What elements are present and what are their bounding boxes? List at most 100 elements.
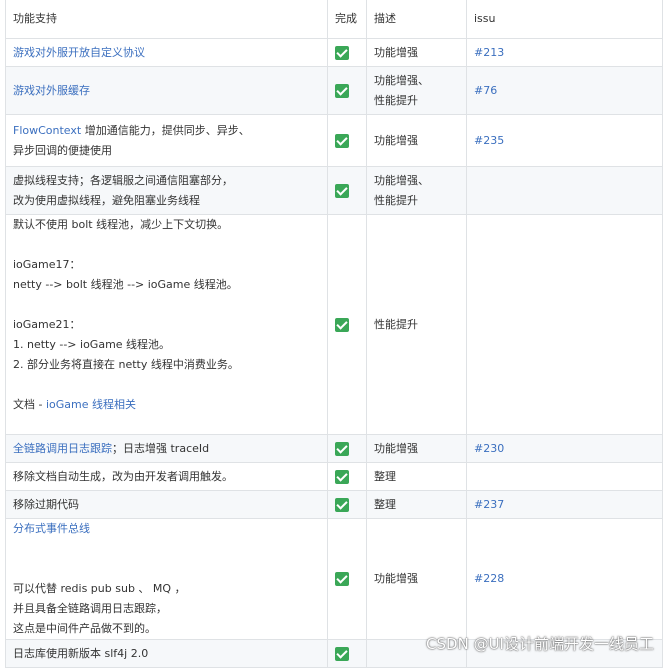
check-icon — [335, 183, 349, 198]
feature-text: netty --> bolt 线程池 --> ioGame 线程池。 — [13, 278, 238, 291]
table-row: 全链路调用日志跟踪；日志增强 traceId 功能增强 #230 — [5, 434, 663, 463]
done-cell — [327, 166, 367, 215]
feature-line — [13, 375, 320, 395]
feature-line: 改为使用虚拟线程，避免阻塞业务线程 — [13, 191, 320, 211]
feature-link[interactable]: ioGame 线程相关 — [46, 398, 136, 411]
feature-cell: FlowContext 增加通信能力，提供同步、异步、 异步回调的便捷使用 — [5, 114, 328, 167]
done-cell — [327, 518, 367, 640]
header-done: 完成 — [327, 0, 367, 39]
check-icon — [335, 441, 349, 456]
desc-cell: 功能增强 — [366, 38, 467, 67]
feature-line: 移除文档自动生成，改为由开发者调用触发。 — [13, 467, 320, 487]
feature-cell: 日志库使用新版本 slf4j 2.0 — [5, 639, 328, 668]
feature-line: 全链路调用日志跟踪；日志增强 traceId — [13, 439, 320, 459]
issue-link[interactable]: #237 — [474, 498, 504, 511]
desc-line: 性能提升 — [374, 93, 418, 107]
table-row: 游戏对外服缓存 功能增强、 性能提升 #76 — [5, 66, 663, 115]
desc-cell: 功能增强 — [366, 434, 467, 463]
feature-line: ioGame17： — [13, 255, 320, 275]
desc-line: 性能提升 — [374, 317, 418, 331]
feature-line: 虚拟线程支持；各逻辑服之间通信阻塞部分， — [13, 171, 320, 191]
desc-cell: 功能增强 — [366, 114, 467, 167]
feature-cell: 虚拟线程支持；各逻辑服之间通信阻塞部分， 改为使用虚拟线程，避免阻塞业务线程 — [5, 166, 328, 215]
done-cell — [327, 639, 367, 668]
feature-line — [13, 539, 320, 559]
issue-cell: #76 — [466, 66, 663, 115]
check-icon — [335, 317, 349, 332]
issue-link[interactable]: #230 — [474, 442, 504, 455]
table-row: 分布式事件总线可以代替 redis pub sub 、 MQ ， 并且具备全链路调… — [5, 518, 663, 640]
feature-text: ioGame17： — [13, 258, 81, 271]
feature-line: 文档 - ioGame 线程相关 — [13, 395, 320, 415]
desc-cell: 整理 — [366, 462, 467, 491]
issue-link[interactable]: #213 — [474, 46, 504, 59]
feature-line: 移除过期代码 — [13, 495, 320, 515]
feature-text: 增加通信能力，提供同步、异步、 — [81, 123, 250, 137]
issue-cell — [466, 166, 663, 215]
feature-text: 这点是中间件产品做不到的。 — [13, 622, 156, 635]
check-icon — [335, 469, 349, 484]
header-issue: issu — [466, 0, 663, 39]
feature-text: ；日志增强 traceId — [112, 441, 210, 455]
feature-line: 并且具备全链路调用日志跟踪， — [13, 599, 320, 619]
issue-cell: #228 — [466, 518, 663, 640]
feature-cell: 分布式事件总线可以代替 redis pub sub 、 MQ ， 并且具备全链路调… — [5, 518, 328, 640]
check-icon — [335, 45, 349, 60]
feature-line — [13, 559, 320, 579]
feature-link[interactable]: 全链路调用日志跟踪 — [13, 442, 112, 455]
feature-link[interactable]: FlowContext — [13, 124, 81, 137]
done-cell — [327, 462, 367, 491]
done-cell — [327, 38, 367, 67]
check-icon — [335, 572, 349, 586]
issue-link[interactable]: #228 — [474, 572, 504, 585]
feature-line — [13, 235, 320, 255]
desc-line: 整理 — [374, 497, 396, 511]
feature-text: 移除过期代码 — [13, 497, 79, 511]
table-row: 游戏对外服开放自定义协议 功能增强 #213 — [5, 38, 663, 67]
feature-link[interactable]: 游戏对外服缓存 — [13, 84, 90, 97]
feature-link[interactable]: 游戏对外服开放自定义协议 — [13, 46, 145, 59]
feature-cell: 游戏对外服开放自定义协议 — [5, 38, 328, 67]
desc-cell: 性能提升 — [366, 214, 467, 435]
done-cell — [327, 66, 367, 115]
table-row: FlowContext 增加通信能力，提供同步、异步、 异步回调的便捷使用 功能增强… — [5, 114, 663, 167]
feature-text: 可以代替 redis pub sub 、 MQ ， — [13, 582, 186, 595]
table-row: 虚拟线程支持；各逻辑服之间通信阻塞部分， 改为使用虚拟线程，避免阻塞业务线程 功能增… — [5, 166, 663, 215]
feature-line: 这点是中间件产品做不到的。 — [13, 619, 320, 639]
check-icon — [335, 497, 349, 512]
feature-text: ioGame21： — [13, 318, 81, 331]
feature-cell: 移除过期代码 — [5, 490, 328, 519]
desc-cell: 功能增强、 性能提升 — [366, 66, 467, 115]
issue-cell: #213 — [466, 38, 663, 67]
table-row: 默认不使用 bolt 线程池，减少上下文切换。 ioGame17： netty --… — [5, 214, 663, 435]
feature-line: ioGame21： — [13, 315, 320, 335]
desc-line: 性能提升 — [374, 193, 418, 207]
feature-text: 1. netty --> ioGame 线程池。 — [13, 338, 171, 351]
issue-link[interactable]: #235 — [474, 134, 504, 147]
feature-text: 文档 - — [13, 398, 46, 411]
feature-line: 1. netty --> ioGame 线程池。 — [13, 335, 320, 355]
header-feature: 功能支持 — [5, 0, 328, 39]
desc-cell: 功能增强、 性能提升 — [366, 166, 467, 215]
feature-line: 分布式事件总线 — [13, 519, 320, 539]
issue-link[interactable]: #76 — [474, 84, 497, 97]
feature-cell: 移除文档自动生成，改为由开发者调用触发。 — [5, 462, 328, 491]
done-cell — [327, 434, 367, 463]
feature-line: 日志库使用新版本 slf4j 2.0 — [13, 644, 320, 664]
feature-text: 移除文档自动生成，改为由开发者调用触发。 — [13, 469, 233, 483]
issue-cell: #235 — [466, 114, 663, 167]
issue-cell: #230 — [466, 434, 663, 463]
check-icon — [335, 133, 349, 148]
feature-line: FlowContext 增加通信能力，提供同步、异步、 — [13, 121, 320, 141]
issue-cell: #237 — [466, 490, 663, 519]
header-desc: 描述 — [366, 0, 467, 39]
feature-line: netty --> bolt 线程池 --> ioGame 线程池。 — [13, 275, 320, 295]
done-cell — [327, 490, 367, 519]
feature-text: 2. 部分业务将直接在 netty 线程中消费业务。 — [13, 358, 239, 371]
desc-line: 功能增强 — [374, 133, 418, 147]
done-cell — [327, 214, 367, 435]
feature-link[interactable]: 分布式事件总线 — [13, 522, 90, 535]
feature-table: 功能支持 完成 描述 issu 游戏对外服开放自定义协议 功能增强 #213 游戏对外… — [5, 0, 663, 668]
feature-text: 虚拟线程支持；各逻辑服之间通信阻塞部分， — [13, 173, 233, 187]
feature-line: 异步回调的便捷使用 — [13, 141, 320, 161]
